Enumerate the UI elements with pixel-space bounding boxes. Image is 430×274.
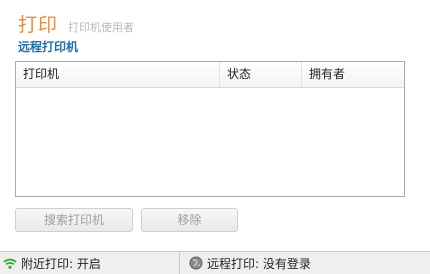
column-header-printer[interactable]: 打印机	[16, 62, 220, 87]
tab-printer-users[interactable]: 打印机使用者	[68, 19, 134, 35]
list-header: 打印机 状态 拥有者	[16, 62, 404, 88]
nearby-print-label: 附近打印: 开启	[21, 256, 101, 271]
section-title: 远程打印机	[18, 40, 79, 54]
remote-print-label: 远程打印: 没有登录	[207, 256, 311, 271]
wifi-icon	[3, 258, 17, 269]
list-body	[16, 88, 404, 197]
search-printers-button[interactable]: 搜索打印机	[15, 208, 133, 232]
header: 打印 打印机使用者	[18, 10, 134, 37]
status-bar: 附近打印: 开启 远程打印: 没有登录	[0, 251, 430, 274]
page-title: 打印	[18, 14, 59, 36]
printer-list[interactable]: 打印机 状态 拥有者	[15, 61, 405, 197]
globe-icon	[189, 256, 203, 270]
nearby-print-status: 附近打印: 开启	[0, 252, 180, 274]
remote-print-status: 远程打印: 没有登录	[186, 252, 311, 274]
column-header-owner[interactable]: 拥有者	[302, 62, 404, 87]
column-header-status[interactable]: 状态	[220, 62, 302, 87]
remove-button[interactable]: 移除	[141, 208, 238, 232]
